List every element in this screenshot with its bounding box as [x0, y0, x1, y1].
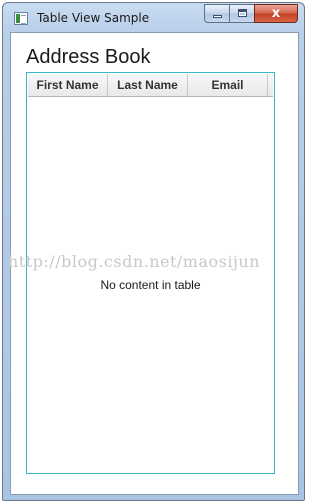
app-window-icon[interactable]	[14, 12, 28, 25]
table-header: First Name Last Name Email	[28, 74, 273, 97]
column-header-email[interactable]: Email	[188, 74, 268, 96]
caption-buttons: x	[204, 4, 298, 23]
minimize-icon	[213, 15, 222, 18]
maximize-icon	[238, 9, 247, 17]
window-title: Table View Sample	[37, 11, 150, 25]
title-bar[interactable]: Table View Sample x	[3, 3, 304, 32]
address-table[interactable]: First Name Last Name Email No content in…	[26, 72, 275, 474]
column-header-filler	[268, 74, 273, 96]
maximize-button[interactable]	[229, 4, 255, 23]
column-header-last-name[interactable]: Last Name	[108, 74, 188, 96]
column-header-first-name[interactable]: First Name	[28, 74, 108, 96]
page-title: Address Book	[26, 46, 151, 68]
close-icon: x	[271, 6, 281, 21]
minimize-button[interactable]	[204, 4, 230, 23]
table-placeholder: No content in table	[100, 278, 201, 292]
close-button[interactable]: x	[254, 4, 298, 23]
watermark-text: http://blog.csdn.net/maosijun	[8, 252, 261, 271]
